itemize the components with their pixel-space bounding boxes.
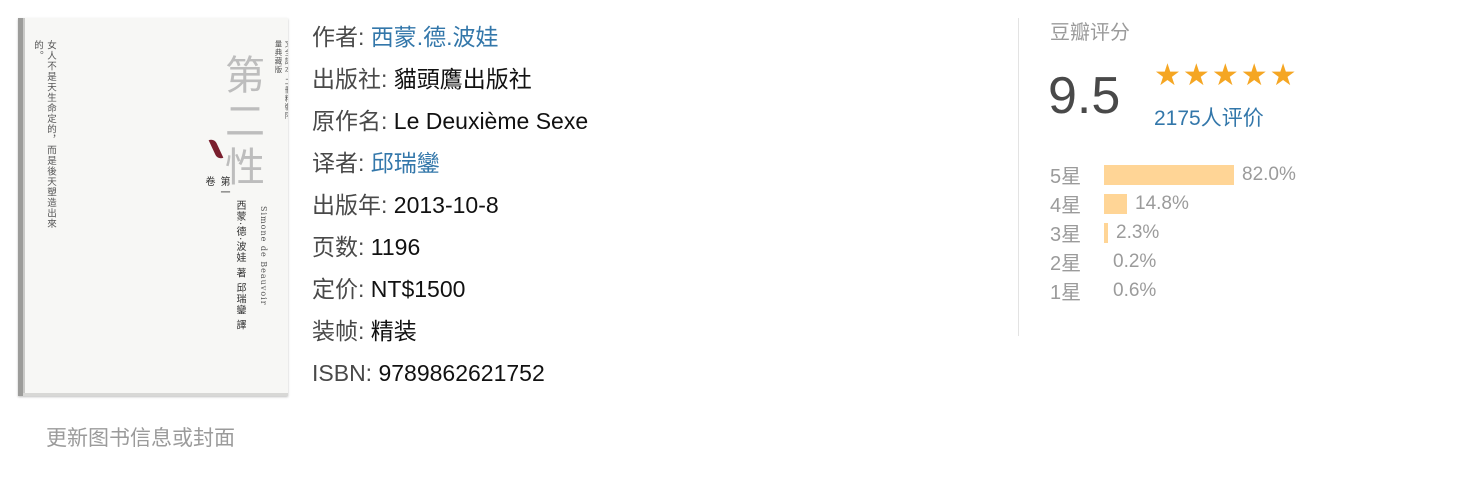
rating-row: 3星 2.3% bbox=[1050, 218, 1330, 247]
star-icon: ★ bbox=[1211, 59, 1239, 92]
star-icon: ★ bbox=[1240, 59, 1268, 92]
update-book-info-link[interactable]: 更新图书信息或封面 bbox=[46, 422, 235, 452]
rating-bar bbox=[1104, 281, 1105, 301]
star-icon: ★ bbox=[1182, 59, 1210, 92]
rating-row-percent: 0.2% bbox=[1113, 250, 1157, 272]
cover-quote: 女人不是天生命定的，而是後天塑造出來的。 bbox=[32, 40, 56, 229]
pages-label: 页数: bbox=[312, 234, 371, 260]
cover-volume: 第一卷 bbox=[203, 176, 229, 198]
binding-label: 装帧: bbox=[312, 318, 371, 344]
translator-link[interactable]: 邱瑞鑾 bbox=[371, 150, 440, 176]
info-row-translator: 译者: 邱瑞鑾 bbox=[312, 142, 588, 184]
rating-row-label: 1星 bbox=[1050, 282, 1082, 304]
section-divider bbox=[1018, 18, 1019, 336]
translator-label: 译者: bbox=[312, 150, 371, 176]
rating-row-percent: 0.6% bbox=[1113, 279, 1157, 301]
info-row-original-title: 原作名: Le Deuxième Sexe bbox=[312, 100, 588, 142]
rating-bar bbox=[1104, 193, 1127, 214]
cover-description: 唯一法文直譯經典中文全譯本·二冊精裝限量典藏版 bbox=[274, 40, 288, 120]
pub-year-label: 出版年: bbox=[312, 192, 394, 218]
book-info: 作者: 西蒙.德.波娃 出版社: 貓頭鷹出版社 原作名: Le Deuxième… bbox=[312, 16, 588, 394]
info-row-pub-year: 出版年: 2013-10-8 bbox=[312, 184, 588, 226]
rating-bar bbox=[1104, 222, 1108, 243]
price-label: 定价: bbox=[312, 276, 371, 302]
info-row-isbn: ISBN: 9789862621752 bbox=[312, 352, 588, 394]
rating-row: 4星 14.8% bbox=[1050, 189, 1330, 218]
rating-score: 9.5 bbox=[1048, 67, 1121, 125]
rating-row-label: 3星 bbox=[1050, 224, 1082, 246]
rating-distribution: 5星 82.0% 4星 14.8% 3星 2.3% 2星 0.2% 1星 0.6% bbox=[1050, 160, 1330, 305]
info-row-price: 定价: NT$1500 bbox=[312, 268, 588, 310]
rating-bar bbox=[1104, 252, 1105, 272]
rating-row: 2星 0.2% bbox=[1050, 247, 1330, 276]
author-label: 作者: bbox=[312, 24, 371, 50]
rating-row-percent: 82.0% bbox=[1242, 163, 1296, 185]
cover-spine bbox=[23, 18, 25, 396]
info-row-author: 作者: 西蒙.德.波娃 bbox=[312, 16, 588, 58]
pages-value: 1196 bbox=[370, 234, 421, 260]
rating-bar bbox=[1104, 164, 1234, 185]
rating-title: 豆瓣评分 bbox=[1050, 22, 1130, 44]
info-row-publisher: 出版社: 貓頭鷹出版社 bbox=[312, 58, 588, 100]
star-icon: ★ bbox=[1154, 59, 1181, 92]
info-row-pages: 页数: 1196 bbox=[312, 226, 588, 268]
rating-stars: ★ ★ ★ ★ ★ bbox=[1154, 58, 1297, 94]
rating-row: 5星 82.0% bbox=[1050, 160, 1330, 189]
rating-row-label: 4星 bbox=[1050, 195, 1082, 217]
rating-row-label: 2星 bbox=[1050, 253, 1082, 275]
rating-row-percent: 2.3% bbox=[1116, 221, 1160, 243]
original-title-label: 原作名: bbox=[312, 108, 394, 134]
rating-votes-link[interactable]: 2175人评价 bbox=[1154, 102, 1264, 132]
rating-row-label: 5星 bbox=[1050, 166, 1082, 188]
original-title-value: Le Deuxième Sexe bbox=[393, 108, 589, 134]
author-link[interactable]: 西蒙.德.波娃 bbox=[371, 24, 499, 50]
publisher-label: 出版社: bbox=[312, 66, 394, 92]
cover-edge bbox=[23, 393, 288, 396]
isbn-value: 9789862621752 bbox=[378, 360, 545, 386]
price-value: NT$1500 bbox=[370, 276, 466, 302]
publisher-value: 貓頭鷹出版社 bbox=[393, 66, 532, 92]
star-icon: ★ bbox=[1269, 59, 1297, 92]
binding-value: 精装 bbox=[370, 318, 417, 344]
book-cover[interactable]: 女人不是天生命定的，而是後天塑造出來的。 唯一法文直譯經典中文全譯本·二冊精裝限… bbox=[18, 18, 288, 396]
rating-row-percent: 14.8% bbox=[1135, 192, 1189, 214]
pub-year-value: 2013-10-8 bbox=[393, 192, 499, 218]
cover-author-en: Simone de Beauvoir bbox=[259, 206, 268, 306]
isbn-label: ISBN: bbox=[312, 360, 379, 386]
rating-row: 1星 0.6% bbox=[1050, 276, 1330, 305]
info-row-binding: 装帧: 精装 bbox=[312, 310, 588, 352]
cover-author: 西蒙·德·波娃 著 邱瑞鑾 譯 bbox=[234, 200, 245, 331]
